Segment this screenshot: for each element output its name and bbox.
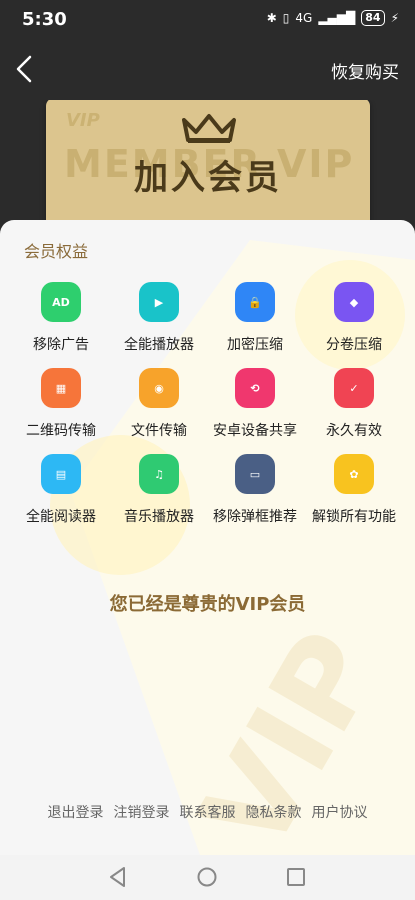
benefit-label: 音乐播放器 — [124, 509, 194, 525]
status-bar: 5:30 ✱ ▯ 4G ▂▄▆█ 84 ⚡ — [0, 0, 415, 40]
benefit-item[interactable]: ▦ 二维码传输 — [9, 368, 113, 440]
benefit-item[interactable]: 🔒 加密压缩 — [203, 282, 307, 354]
footer-links: 退出登录 注销登录 联系客服 隐私条款 用户协议 — [0, 802, 415, 822]
benefit-label: 永久有效 — [326, 423, 382, 439]
benefit-item[interactable]: AD 移除广告 — [9, 282, 113, 354]
benefit-label: 全能播放器 — [124, 337, 194, 353]
nav-recents-icon[interactable] — [284, 865, 308, 889]
benefit-label: 分卷压缩 — [326, 337, 382, 353]
ad-icon: AD — [41, 282, 81, 322]
footer-link[interactable]: 注销登录 — [114, 802, 170, 822]
vip-tag: VIP — [66, 110, 100, 131]
footer-link[interactable]: 用户协议 — [312, 802, 368, 822]
benefit-label: 加密压缩 — [227, 337, 283, 353]
benefit-item[interactable]: ◆ 分卷压缩 — [302, 282, 406, 354]
check-circle-icon: ✓ — [334, 368, 374, 408]
benefit-label: 文件传输 — [131, 423, 187, 439]
play-icon: ▶ — [139, 282, 179, 322]
chevron-left-icon[interactable] — [10, 54, 40, 84]
qr-code-icon: ▦ — [41, 368, 81, 408]
benefit-label: 安卓设备共享 — [213, 423, 297, 439]
join-member-title: 加入会员 — [134, 158, 282, 198]
bluetooth-icon: ✱ — [266, 11, 277, 25]
popup-icon: ▭ — [235, 454, 275, 494]
charging-icon: ⚡ — [390, 11, 399, 25]
status-time: 5:30 — [22, 9, 67, 30]
vip-hero: VIP MEMBER VIP 加入会员 — [0, 100, 415, 230]
rss-icon: ◉ — [139, 368, 179, 408]
benefit-label: 移除弹框推荐 — [213, 509, 297, 525]
benefit-item[interactable]: ♫ 音乐播放器 — [107, 454, 211, 526]
unlock-icon: ✿ — [334, 454, 374, 494]
lock-icon: 🔒 — [235, 282, 275, 322]
battery-indicator: 84 — [361, 10, 385, 26]
vip-card[interactable]: VIP MEMBER VIP 加入会员 — [46, 100, 370, 228]
footer-link[interactable]: 联系客服 — [180, 802, 236, 822]
benefit-item[interactable]: ▭ 移除弹框推荐 — [203, 454, 307, 526]
benefit-label: 解锁所有功能 — [312, 509, 396, 525]
system-nav-bar — [0, 855, 415, 900]
signal-label: 4G — [295, 11, 313, 25]
nav-back-icon[interactable] — [106, 865, 130, 889]
top-bar: 恢复购买 — [0, 40, 415, 100]
music-icon: ♫ — [139, 454, 179, 494]
benefit-item[interactable]: ▶ 全能播放器 — [107, 282, 211, 354]
layers-icon: ◆ — [334, 282, 374, 322]
share-icon: ⟲ — [235, 368, 275, 408]
signal-icon: ▂▄▆█ — [318, 11, 356, 25]
benefits-title: 会员权益 — [24, 242, 89, 261]
benefit-item[interactable]: ▤ 全能阅读器 — [9, 454, 113, 526]
book-icon: ▤ — [41, 454, 81, 494]
crown-icon — [182, 114, 236, 143]
nav-home-icon[interactable] — [195, 865, 219, 889]
restore-purchase-button[interactable]: 恢复购买 — [331, 58, 399, 83]
footer-link[interactable]: 退出登录 — [48, 802, 104, 822]
benefit-label: 全能阅读器 — [26, 509, 96, 525]
benefits-sheet: VIP 会员权益 AD 移除广告 ▶ 全能播放器 🔒 加密压缩 ◆ 分卷压缩 ▦ 二维码传输 ◉ 文件… — [0, 220, 415, 855]
benefit-item[interactable]: ✓ 永久有效 — [302, 368, 406, 440]
footer-link[interactable]: 隐私条款 — [246, 802, 302, 822]
status-icons: ✱ ▯ 4G ▂▄▆█ 84 ⚡ — [267, 10, 399, 26]
benefit-item[interactable]: ◉ 文件传输 — [107, 368, 211, 440]
vibrate-icon: ▯ — [282, 11, 290, 25]
benefit-label: 移除广告 — [33, 337, 89, 353]
benefit-item[interactable]: ⟲ 安卓设备共享 — [203, 368, 307, 440]
benefit-label: 二维码传输 — [26, 423, 96, 439]
vip-status-message: 您已经是尊贵的VIP会员 — [109, 594, 306, 615]
benefit-item[interactable]: ✿ 解锁所有功能 — [302, 454, 406, 526]
